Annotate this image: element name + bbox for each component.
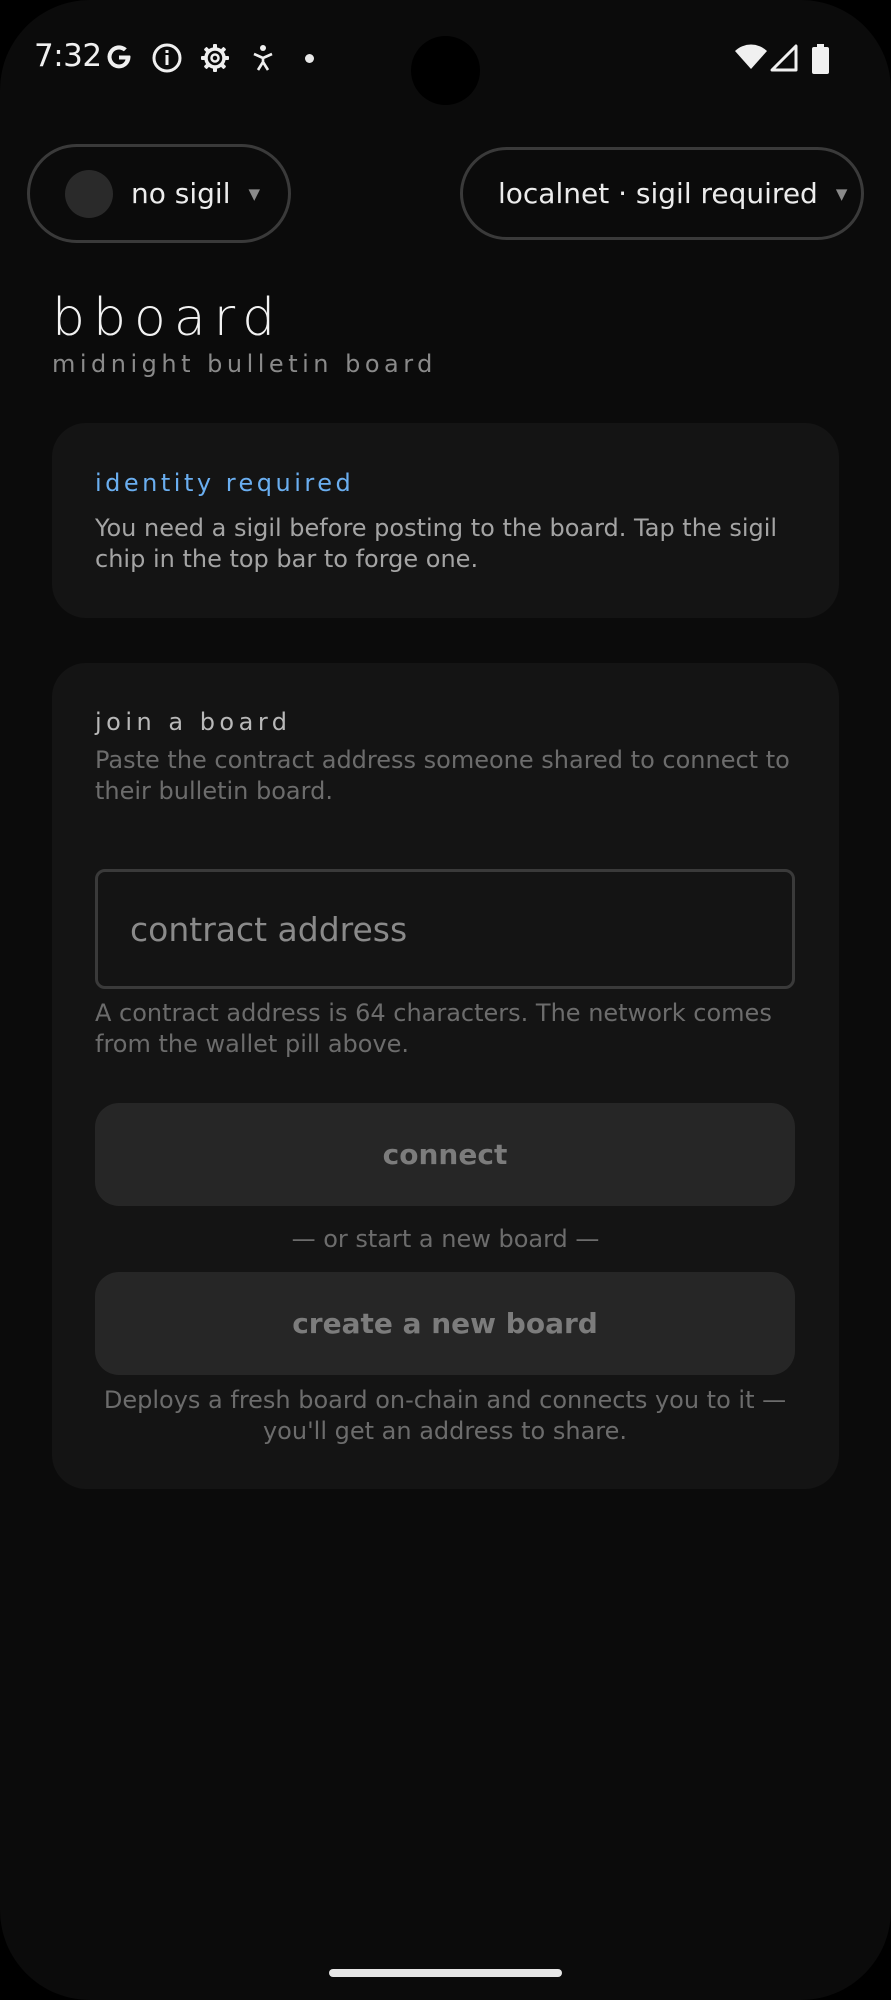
identity-card-title: identity required (95, 469, 355, 497)
identity-required-card: identity required You need a sigil befor… (52, 423, 839, 618)
network-chip-label: localnet · sigil required (498, 177, 818, 210)
create-board-button[interactable]: create a new board (95, 1272, 795, 1375)
join-board-card: join a board Paste the contract address … (52, 663, 839, 1489)
google-icon (107, 45, 131, 69)
dot-icon (305, 54, 314, 63)
app-title: bboard (52, 288, 284, 348)
wifi-icon (735, 44, 767, 69)
contract-address-input[interactable] (95, 869, 795, 989)
sigil-chip[interactable]: no sigil ▼ (27, 144, 291, 243)
sigil-avatar (65, 169, 113, 218)
accessibility-icon (253, 45, 273, 71)
or-divider: — or start a new board — (291, 1225, 600, 1253)
join-card-description: Paste the contract address someone share… (95, 746, 790, 805)
caret-down-icon: ▼ (835, 184, 848, 203)
app-screen: 7:32 no sigil ▼ localnet · sigil require… (0, 0, 891, 2000)
home-indicator[interactable] (329, 1969, 562, 1977)
create-help-text: Deploys a fresh board on-chain and conne… (103, 1386, 787, 1445)
status-time: 7:32 (34, 38, 102, 74)
address-help-text: A contract address is 64 characters. The… (95, 999, 772, 1058)
battery-icon (812, 44, 829, 74)
signal-icon (770, 44, 798, 72)
network-chip[interactable]: localnet · sigil required ▼ (460, 147, 864, 240)
status-bar: 7:32 (0, 0, 891, 118)
info-icon (152, 43, 182, 73)
settings-icon (201, 44, 229, 72)
app-subtitle: midnight bulletin board (52, 350, 437, 378)
camera-cutout (411, 36, 480, 105)
join-card-title: join a board (95, 708, 292, 736)
sigil-chip-label: no sigil (131, 177, 231, 210)
identity-card-body: You need a sigil before posting to the b… (95, 514, 778, 573)
connect-button[interactable]: connect (95, 1103, 795, 1206)
caret-down-icon: ▼ (248, 184, 261, 203)
